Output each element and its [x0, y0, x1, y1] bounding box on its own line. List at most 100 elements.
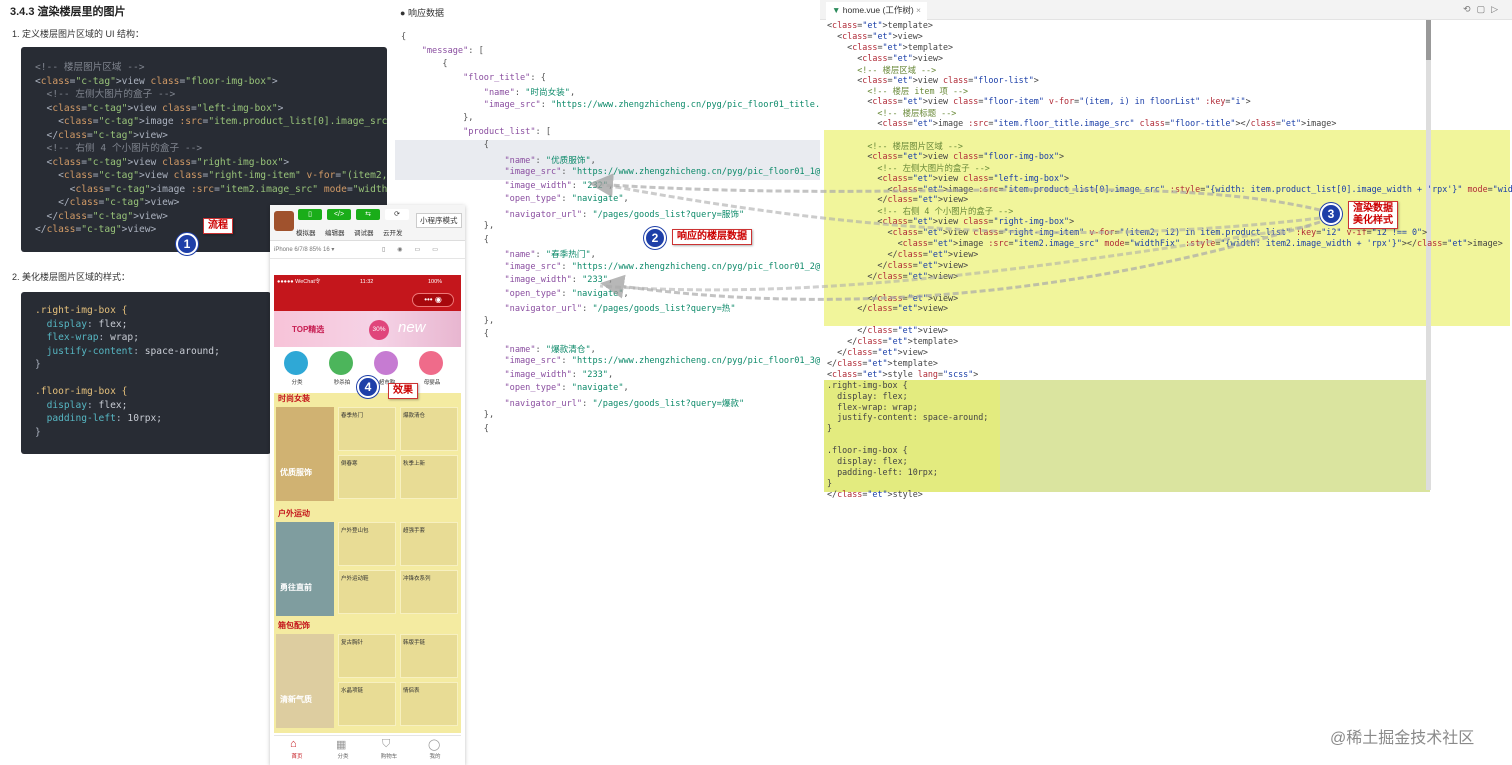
json-line: "image_width": "232", [504, 180, 614, 191]
code-line: } [35, 359, 41, 370]
editor-line: <class="et">template> [827, 20, 933, 30]
code-line: <class="c-tag">view class="left-img-box"… [35, 102, 284, 114]
home-icon[interactable]: ⌂ [290, 738, 297, 750]
editor-line: </class="et">view> [827, 303, 949, 314]
code-line: <!-- 左侧大图片的盒子 --> [35, 89, 176, 100]
floor-big-image[interactable] [276, 407, 334, 501]
editor-tab[interactable]: ▼ home.vue (工作树) × [826, 2, 927, 20]
editor-line: <class="et">style lang="scss"> [827, 368, 979, 379]
step-1-text: 1. 定义楼层图片区域的 UI 结构： [12, 29, 145, 39]
editor-line: <class="et">image :src="item.product_lis… [827, 183, 1512, 194]
editor-line: <class="et">view class="right-img-item" … [827, 227, 1428, 238]
status-bar: ●●●●● WeChat令 11:32 100% [274, 275, 461, 289]
code-line: .floor-img-box { [35, 386, 128, 397]
floor-small-label: 超强手套 [403, 528, 426, 534]
avatar [274, 211, 294, 231]
code-line: </class="c-tag">view> [35, 129, 168, 141]
editor-actions[interactable]: ⟲▢▷ [1463, 4, 1504, 15]
floor-big-image[interactable] [276, 522, 334, 616]
toolbar-cloud-button[interactable]: ⟳ [385, 209, 409, 220]
nav-label: 母婴品 [423, 380, 441, 386]
editor-line: <class="et">view> [827, 30, 923, 41]
editor-line: </class="et">template> [827, 336, 959, 347]
editor-line: flex-wrap: wrap; [827, 401, 918, 412]
floor-big-label: 清新气质 [280, 695, 312, 704]
editor-line: <class="et">template> [827, 41, 954, 52]
editor-line: <class="et">view class="floor-img-box"> [827, 150, 1065, 161]
capsule-menu[interactable]: ••• ◉ [412, 293, 454, 307]
floor-small-label: 倒春寒 [341, 461, 358, 467]
simulator-toolbar: ▯ 模拟器 </> 编辑器 ⇆ 调试器 ⟳ 云开发 小程序模式 [270, 205, 465, 241]
json-line: "floor_title": { [463, 72, 546, 83]
nav-icon[interactable] [329, 351, 353, 375]
nav-icon[interactable] [419, 351, 443, 375]
tab-label: 我的 [429, 754, 441, 760]
editor-line: </class="et">style> [827, 488, 923, 499]
code-line: } [35, 426, 41, 438]
badge-2: 2 [644, 227, 666, 249]
floor-small-label: 户外运动鞋 [341, 576, 369, 582]
floor-big-image[interactable] [276, 634, 334, 728]
json-line: }, [401, 113, 474, 123]
code-line: <class="c-tag">view class="right-img-box… [35, 156, 290, 168]
tab-bar: ⌂ 首页 ▦ 分类 ⛉ 购物车 ◯ 我的 [274, 735, 461, 761]
editor-line: .floor-img-box { [827, 445, 908, 456]
code-line: <class="c-tag">view class="right-img-ite… [35, 170, 387, 181]
json-line: "message": [ [421, 45, 484, 56]
json-line: "name": "时尚女装", [483, 88, 576, 98]
floor-big-label: 勇往直前 [280, 583, 312, 592]
editor-tabbar: ▼ home.vue (工作树) × ⟲▢▷ [820, 0, 1512, 20]
editor-line: padding-left: 10rpx; [827, 466, 938, 477]
floor-small-label: 户外登山包 [341, 528, 369, 534]
editor-line: </class="et">view> [827, 194, 969, 205]
editor-line: </class="et">view> [827, 248, 979, 259]
nav-label: 分类 [291, 380, 303, 386]
code-line: <class="c-tag">view class="floor-img-box… [35, 75, 278, 87]
code-editor: ▼ home.vue (工作树) × ⟲▢▷ <class="et">templ… [820, 0, 1512, 500]
editor-line: display: flex; [827, 456, 908, 466]
cart-icon[interactable]: ⛉ [382, 738, 390, 751]
editor-line: <class="et">view class="floor-item" v-fo… [827, 96, 1251, 107]
editor-line: </class="et">view> [827, 259, 969, 270]
json-line: "image_src": "https://www.zhengzhicheng.… [504, 167, 820, 177]
floor-small-label: 爆款清仓 [403, 413, 426, 419]
floor-small-label: 春季热门 [341, 413, 364, 419]
code-line: display: flex; [46, 318, 128, 330]
code-line: padding-left: 10rpx; [46, 413, 163, 424]
profile-icon[interactable]: ◯ [428, 738, 440, 751]
wechat-simulator: ▯ 模拟器 </> 编辑器 ⇆ 调试器 ⟳ 云开发 小程序模式 iPhone 6/7/8 85… [270, 205, 465, 765]
step-2-text: 2. 美化楼层图片区域的样式： [12, 272, 131, 282]
toolbar-simulator-button[interactable]: ▯ [298, 209, 322, 220]
tab-label: 分类 [337, 754, 349, 760]
editor-line: </class="et">view> [827, 325, 949, 336]
nav-icon[interactable] [284, 351, 308, 375]
floor-small-label: 秋季上新 [403, 461, 426, 467]
editor-line: } [827, 477, 833, 488]
nav-label: 秒杀拍 [333, 380, 351, 386]
floor-small-label: 复古胸针 [341, 640, 364, 646]
editor-line: </class="et">view> [827, 270, 959, 281]
badge-3: 3 [1320, 203, 1342, 225]
json-line: "open_type": "navigate", [504, 194, 629, 204]
label-render-style: 渲染数据 美化样式 [1348, 201, 1398, 229]
nav-icon[interactable] [374, 351, 398, 375]
json-line: { [401, 140, 489, 150]
tab-label: 首页 [291, 754, 303, 760]
editor-line: </class="et">view> [827, 292, 959, 303]
device-bar[interactable]: iPhone 6/7/8 85% 16 ▾ ▯◉▭▭ [270, 242, 465, 259]
mode-select[interactable]: 小程序模式 [416, 213, 462, 228]
category-icon[interactable]: ▦ [336, 738, 346, 751]
editor-line: <class="et">view class="right-img-box"> [827, 216, 1075, 227]
toolbar-editor-button[interactable]: </> [327, 209, 351, 220]
code-line: <!-- 楼层图片区域 --> [35, 62, 145, 73]
editor-line: <class="et">view class="left-img-box"> [827, 172, 1070, 183]
badge-4: 4 [357, 376, 379, 398]
json-title: ● 响应数据 [400, 8, 444, 18]
editor-line: <class="et">view> [827, 52, 943, 63]
toolbar-debugger-button[interactable]: ⇆ [356, 209, 380, 220]
floor-small-label: 韩版手链 [403, 640, 426, 646]
css-code-block: .right-img-box { display: flex; flex-wra… [21, 292, 271, 454]
editor-line: justify-content: space-around; [827, 412, 989, 423]
swiper-banner[interactable]: TOP精选 30% new [274, 311, 461, 347]
